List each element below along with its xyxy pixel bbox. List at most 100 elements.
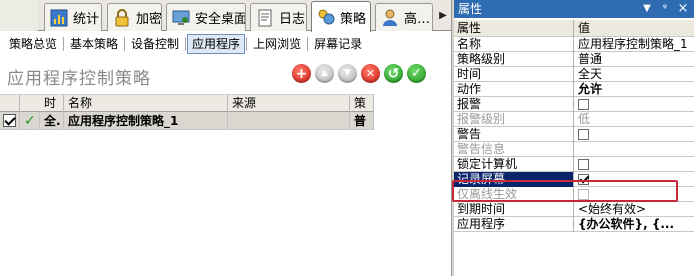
prop-value-cell — [575, 172, 694, 187]
subnav-screen-recording[interactable]: 屏幕记录 — [309, 34, 367, 54]
offline-only-checkbox — [578, 189, 589, 200]
properties-title-bar: 属性 ▼ ᵠ × — [454, 0, 694, 18]
prop-key: 锁定计算机 — [454, 157, 574, 172]
subnav-separator — [246, 37, 248, 51]
tab-bar-left-spacer — [0, 0, 38, 31]
alarm-checkbox[interactable] — [578, 99, 589, 110]
col-header-name[interactable]: 名称 — [64, 95, 228, 112]
close-icon[interactable]: × — [676, 2, 690, 16]
prop-key: 动作 — [454, 82, 574, 97]
confirm-button[interactable]: ✓ — [407, 64, 426, 83]
row-level-cell: 普 — [350, 112, 374, 130]
prop-value[interactable]: 普通 — [575, 52, 694, 67]
move-up-icon: ▲ — [321, 68, 328, 78]
prop-row-policy-level[interactable]: 策略级别 普通 — [454, 52, 694, 67]
tab-statistics[interactable]: 统计 — [44, 3, 102, 31]
row-checkbox-cell[interactable] — [0, 112, 20, 130]
properties-key-header: 属性 — [454, 20, 574, 37]
prop-value — [575, 142, 694, 157]
tab-policy[interactable]: 策略 — [311, 1, 371, 32]
prop-row-expiry[interactable]: 到期时间 <始终有效> — [454, 202, 694, 217]
tab-scroll-right-icon[interactable]: ▶ — [436, 8, 450, 24]
record-screen-checkbox[interactable] — [578, 174, 589, 185]
row-source-cell — [228, 112, 350, 130]
subnav-basic-policy[interactable]: 基本策略 — [65, 34, 123, 54]
subnav-separator — [63, 37, 65, 51]
confirm-icon: ✓ — [411, 66, 422, 81]
subnav-web-browsing[interactable]: 上网浏览 — [248, 34, 306, 54]
prop-value-cell — [575, 187, 694, 202]
col-header-source[interactable]: 来源 — [228, 95, 350, 112]
table-row[interactable]: ✓ 全. 应用程序控制策略_1 普 — [0, 112, 374, 130]
delete-icon: ✕ — [365, 67, 376, 80]
prop-value[interactable]: 应用程序控制策略_1 — [575, 37, 694, 52]
prop-row-applications[interactable]: 应用程序 {办公软件}, {... — [454, 217, 694, 232]
prop-key: 到期时间 — [454, 202, 574, 217]
prop-value-cell — [575, 127, 694, 142]
properties-title: 属性 — [458, 2, 483, 16]
log-icon — [255, 8, 275, 28]
subnav-overview[interactable]: 策略总览 — [4, 34, 62, 54]
delete-button[interactable]: ✕ — [361, 64, 380, 83]
pin-icon[interactable]: ᵠ — [658, 2, 672, 16]
tab-label: 安全桌面 — [195, 12, 246, 27]
policy-table: 时 名称 来源 策 ✓ 全. 应用程序控制策略_1 普 — [0, 92, 374, 276]
prop-key: 名称 — [454, 37, 574, 52]
prop-key: 警告信息 — [454, 142, 574, 157]
prop-key: 记录屏幕 — [454, 172, 574, 187]
row-time-cell: 全. — [40, 112, 64, 130]
tab-label: 高… — [404, 12, 431, 27]
subnav-device-control[interactable]: 设备控制 — [126, 34, 184, 54]
monitor-icon — [171, 8, 191, 28]
subnav-separator — [185, 37, 187, 51]
prop-key: 策略级别 — [454, 52, 574, 67]
row-checkbox[interactable] — [3, 114, 16, 127]
properties-grid: 属性 值 名称 应用程序控制策略_1 策略级别 普通 时间 全天 动作 允许 报… — [454, 20, 694, 232]
prop-row-offline-only: 仅离线生效 — [454, 187, 694, 202]
tab-label: 加密 — [136, 12, 162, 27]
prop-row-lock-computer[interactable]: 锁定计算机 — [454, 157, 694, 172]
prop-value: 低 — [578, 112, 591, 126]
subnav-separator — [124, 37, 126, 51]
prop-key: 时间 — [454, 67, 574, 82]
chart-icon — [49, 8, 69, 28]
prop-row-name[interactable]: 名称 应用程序控制策略_1 — [454, 37, 694, 52]
prop-row-action[interactable]: 动作 允许 — [454, 82, 694, 97]
table-header: 时 名称 来源 策 — [0, 94, 374, 112]
prop-value[interactable]: 允许 — [575, 82, 694, 97]
prop-value[interactable]: <始终有效> — [575, 202, 694, 217]
col-header-check[interactable] — [0, 95, 20, 112]
lock-icon — [112, 8, 132, 28]
properties-header-row: 属性 值 — [454, 20, 694, 37]
col-header-level[interactable]: 策 — [350, 95, 374, 112]
col-header-time[interactable]: 时 — [40, 95, 64, 112]
properties-value-header: 值 — [578, 21, 591, 35]
subnav-application[interactable]: 应用程序 — [187, 34, 246, 54]
prop-key: 报警级别 — [454, 112, 574, 127]
add-icon: + — [295, 65, 308, 82]
user-icon — [380, 8, 400, 28]
tab-advanced[interactable]: 高… — [375, 3, 433, 31]
add-button[interactable]: + — [292, 64, 311, 83]
page-title: 应用程序控制策略 — [7, 69, 151, 89]
move-up-button[interactable]: ▲ — [315, 64, 334, 83]
tab-label: 日志 — [279, 12, 306, 27]
prop-row-alarm[interactable]: 报警 — [454, 97, 694, 112]
prop-value[interactable]: 全天 — [575, 67, 694, 82]
lock-computer-checkbox[interactable] — [578, 159, 589, 170]
tab-label: 策略 — [340, 11, 367, 27]
prop-row-time[interactable]: 时间 全天 — [454, 67, 694, 82]
tab-secure-desktop[interactable]: 安全桌面 — [166, 3, 246, 31]
tab-encryption[interactable]: 加密 — [107, 3, 162, 31]
col-header-spacer — [20, 95, 40, 112]
prop-row-record-screen[interactable]: 记录屏幕 — [454, 172, 694, 187]
prop-row-alarm-level: 报警级别 低 — [454, 112, 694, 127]
tab-log[interactable]: 日志 — [250, 3, 307, 31]
move-down-button[interactable]: ▼ — [338, 64, 357, 83]
row-name-cell: 应用程序控制策略_1 — [64, 112, 228, 130]
warning-checkbox[interactable] — [578, 129, 589, 140]
prop-row-warning[interactable]: 警告 — [454, 127, 694, 142]
prop-value[interactable]: {办公软件}, {... — [575, 217, 694, 232]
undo-button[interactable]: ↺ — [384, 64, 403, 83]
dropdown-icon[interactable]: ▼ — [640, 2, 654, 16]
